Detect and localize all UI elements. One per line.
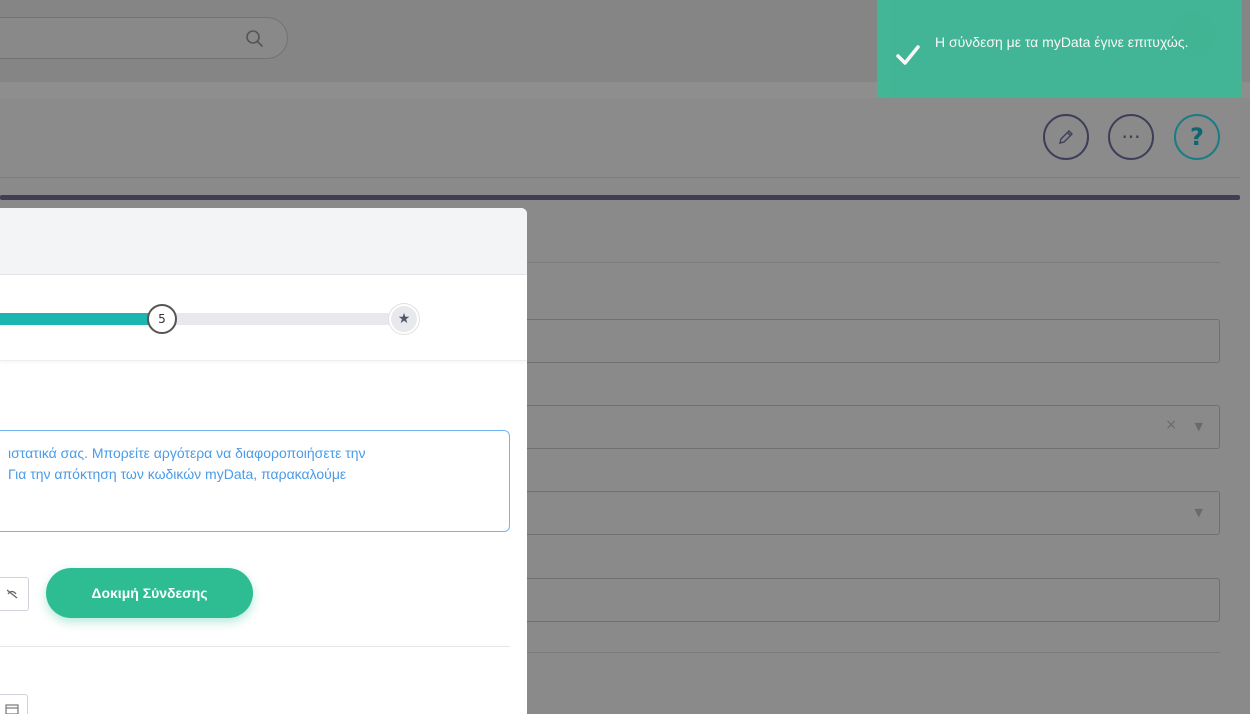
info-line-2: Για την απόκτηση των κωδικών myData, παρ… bbox=[8, 466, 347, 482]
toast-message: Η σύνδεση με τα myData έγινε επιτυχώς. bbox=[935, 34, 1189, 50]
pencil-icon bbox=[1059, 130, 1073, 144]
eye-slash-icon bbox=[6, 589, 17, 599]
help-button[interactable]: ? bbox=[1174, 114, 1220, 160]
more-icon: ··· bbox=[1121, 125, 1141, 149]
form-text-field[interactable] bbox=[527, 319, 1220, 363]
chevron-down-icon[interactable]: ▼ bbox=[1195, 420, 1203, 433]
progress-track bbox=[0, 313, 404, 325]
calendar-picker-button[interactable] bbox=[0, 694, 28, 714]
test-connection-button[interactable]: Δοκιμή Σύνδεσης bbox=[46, 568, 253, 618]
search-icon bbox=[246, 30, 264, 48]
info-line-1: ιστατικά σας. Μπορείτε αργότερα να διαφο… bbox=[8, 445, 366, 461]
modal-header bbox=[0, 208, 527, 275]
chevron-down-icon[interactable]: ▼ bbox=[1195, 506, 1203, 519]
progress-fill bbox=[0, 313, 154, 325]
mydata-setup-modal: 5 ★ ιστατικά σας. Μπορείτε αργότερα να δ… bbox=[0, 208, 527, 714]
form-text-field-2[interactable] bbox=[527, 578, 1220, 622]
info-alert: ιστατικά σας. Μπορείτε αργότερα να διαφο… bbox=[0, 430, 510, 532]
help-icon: ? bbox=[1190, 123, 1204, 151]
clear-icon[interactable]: × bbox=[1165, 417, 1177, 433]
reveal-password-button[interactable] bbox=[0, 577, 29, 611]
wizard-progress: 5 ★ bbox=[0, 275, 527, 361]
more-options-button[interactable]: ··· bbox=[1108, 114, 1154, 160]
form-select-field[interactable]: × ▼ bbox=[527, 405, 1220, 449]
calendar-icon bbox=[5, 704, 19, 714]
final-step-indicator[interactable]: ★ bbox=[389, 304, 419, 334]
step-indicator[interactable]: 5 bbox=[147, 304, 177, 334]
section-header-bar bbox=[0, 195, 1240, 200]
section-divider bbox=[527, 262, 1220, 263]
search-field[interactable] bbox=[0, 17, 288, 59]
success-toast[interactable]: Η σύνδεση με τα myData έγινε επιτυχώς. bbox=[877, 0, 1242, 98]
modal-divider bbox=[0, 646, 510, 647]
edit-button[interactable] bbox=[1043, 114, 1089, 160]
form-select-field-2[interactable]: ▼ bbox=[527, 491, 1220, 535]
star-icon: ★ bbox=[397, 311, 411, 327]
checkmark-icon bbox=[896, 45, 920, 65]
section-divider-2 bbox=[527, 652, 1220, 653]
